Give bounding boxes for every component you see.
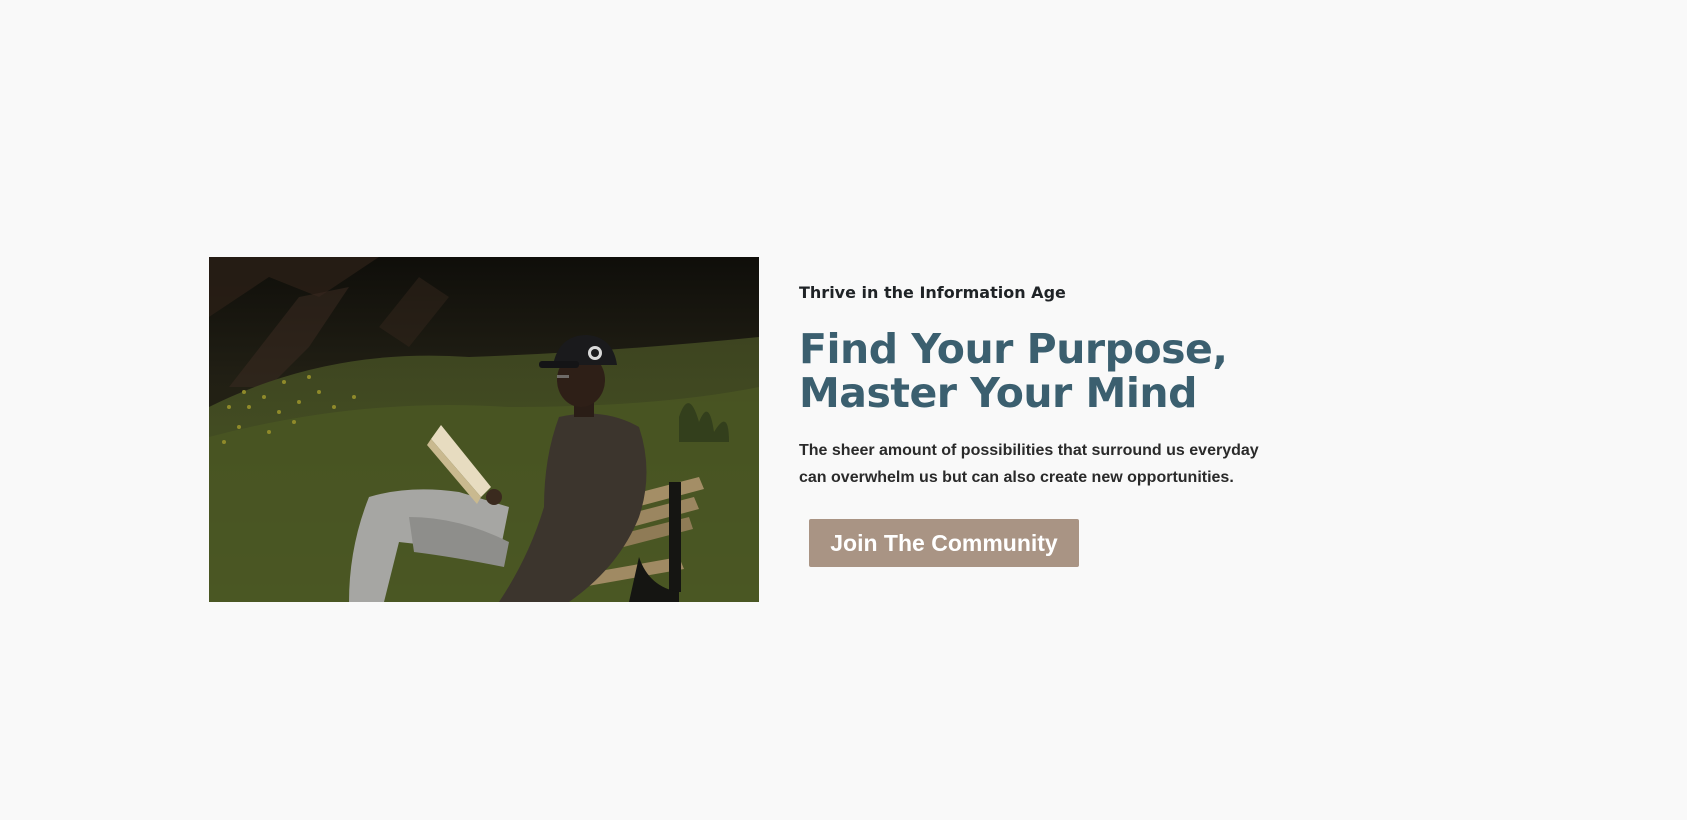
headline-line-1: Find Your Purpose, <box>799 325 1228 373</box>
join-community-button[interactable]: Join The Community <box>809 519 1079 567</box>
hero-section: Thrive in the Information Age Find Your … <box>209 257 1309 602</box>
eyebrow-text: Thrive in the Information Age <box>799 283 1066 302</box>
hero-photo <box>209 257 759 602</box>
hero-headline: Find Your Purpose, Master Your Mind <box>799 327 1299 415</box>
hero-photo-illustration <box>209 257 759 602</box>
headline-line-2: Master Your Mind <box>799 369 1197 417</box>
hero-description: The sheer amount of possibilities that s… <box>799 442 1259 486</box>
